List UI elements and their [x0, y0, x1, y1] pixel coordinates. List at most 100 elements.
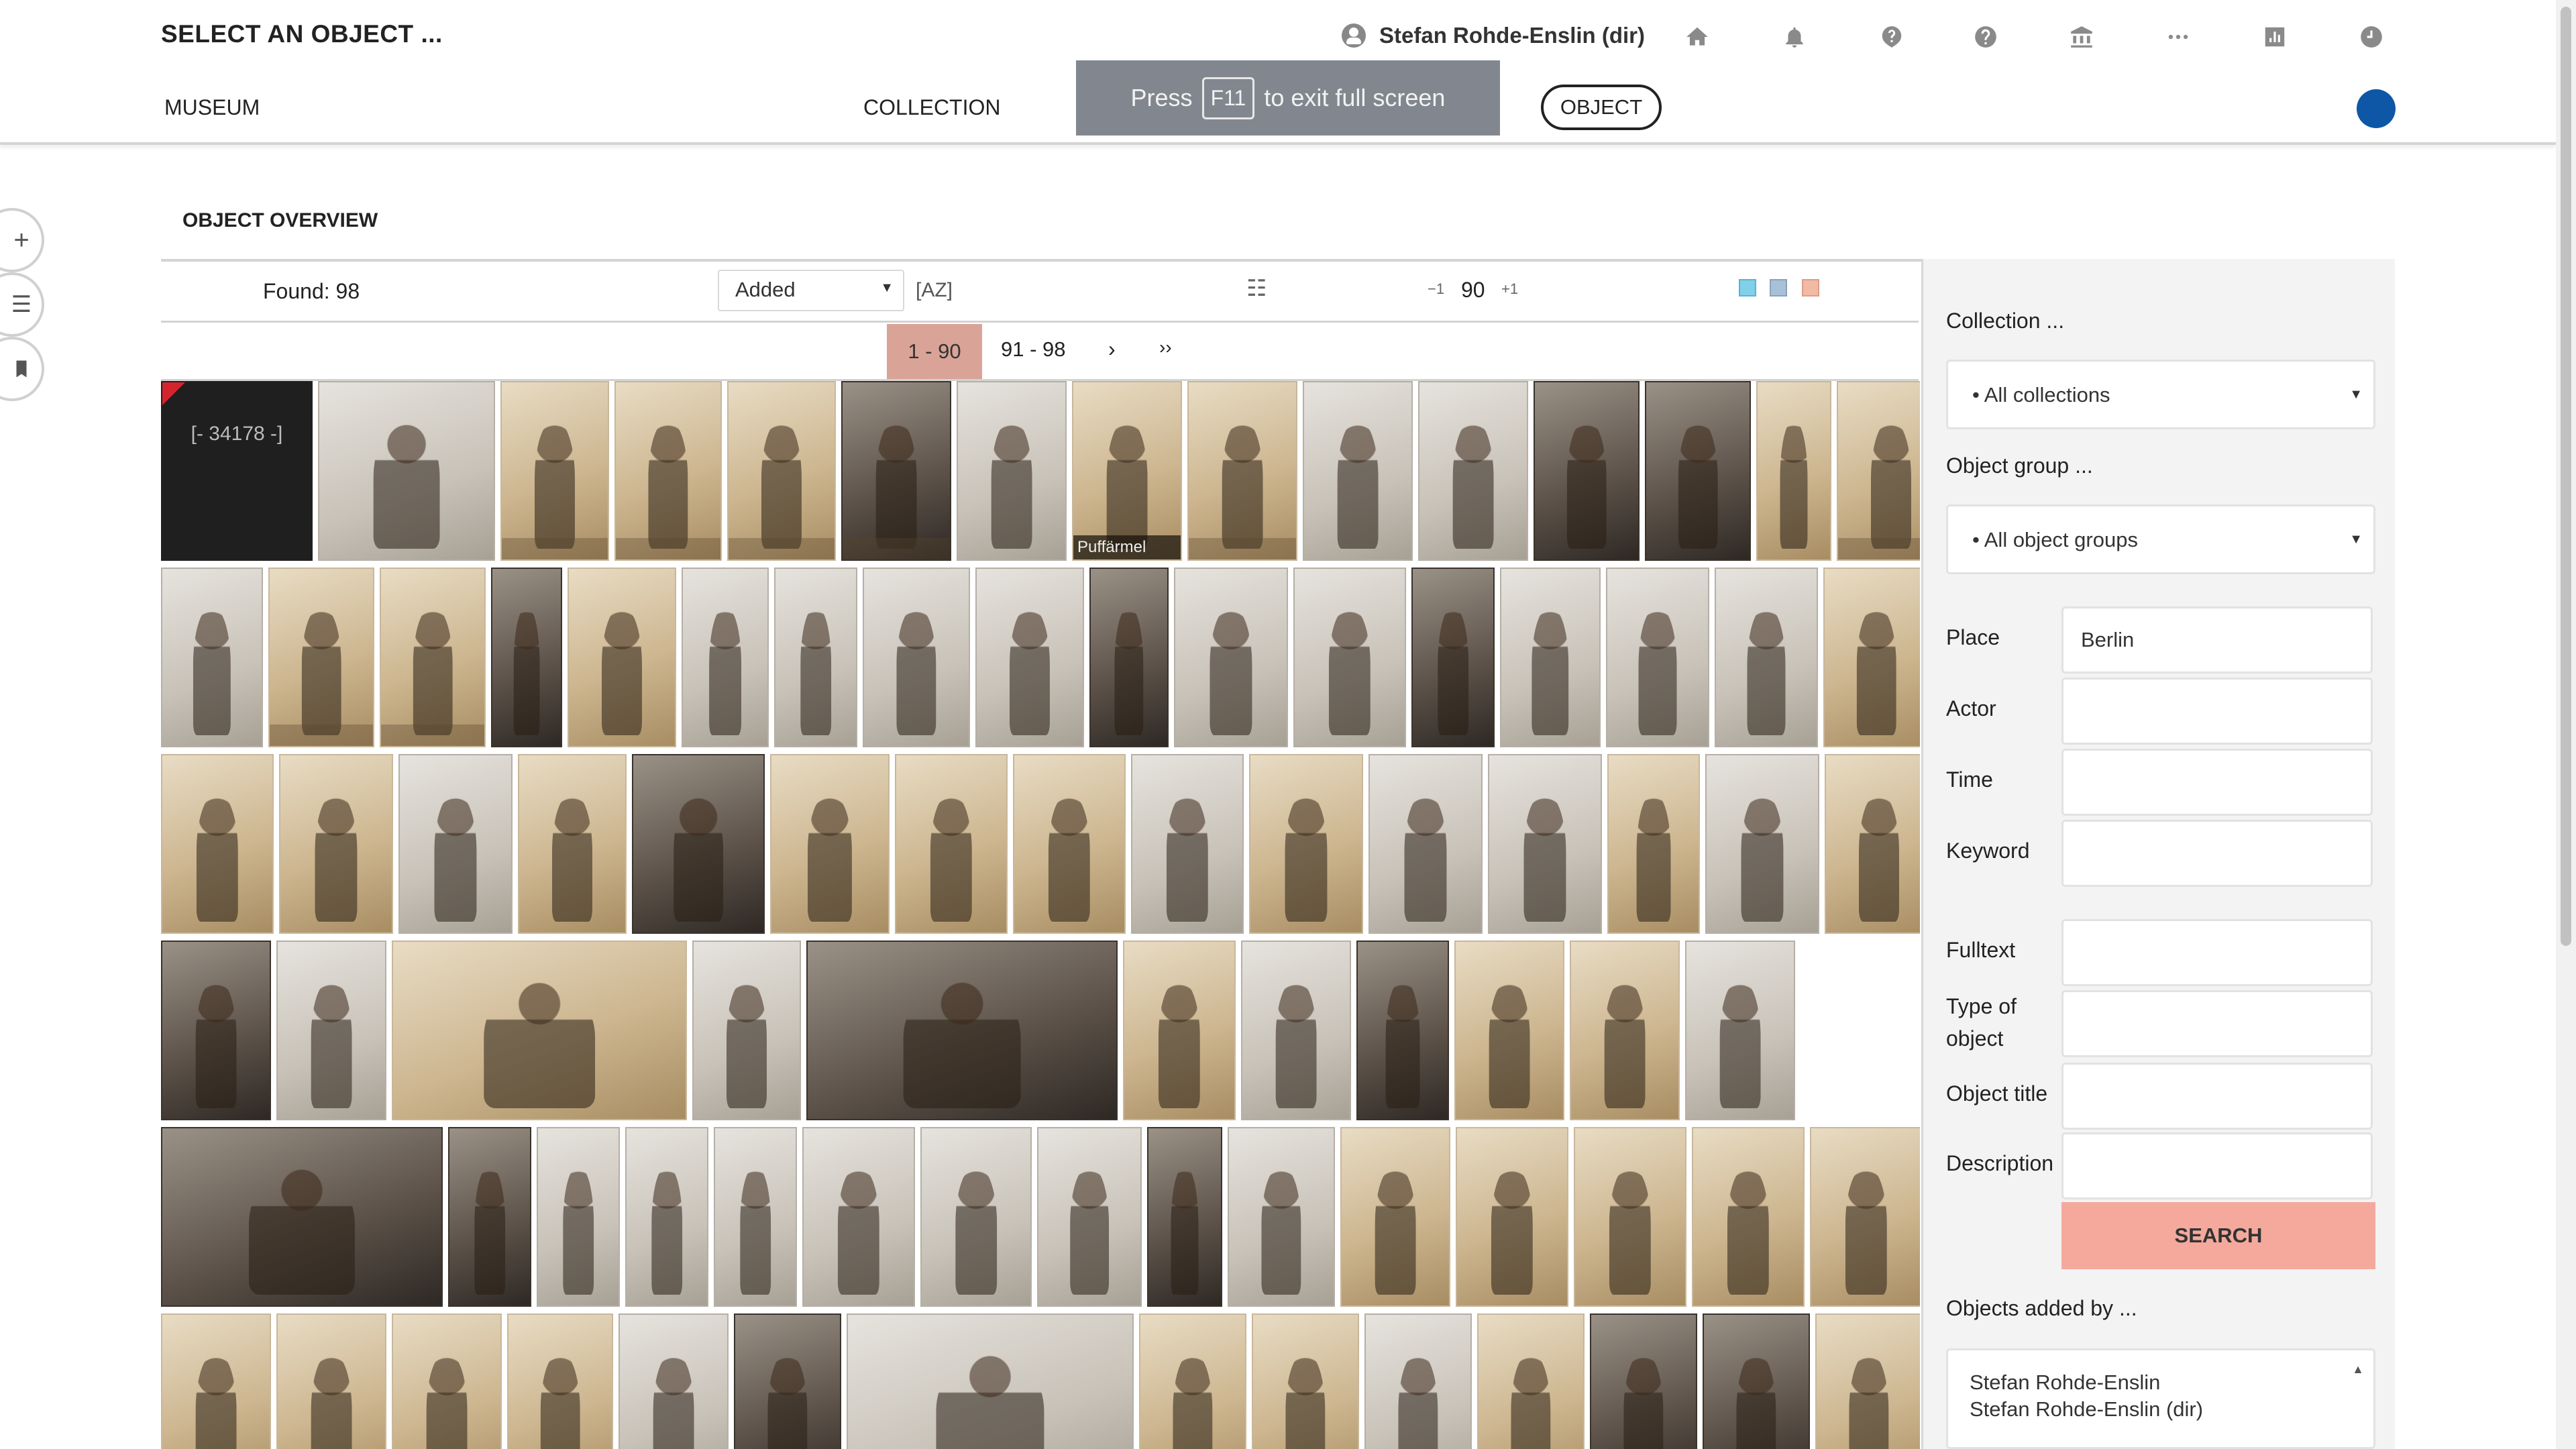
bell-icon[interactable]	[1778, 20, 1811, 54]
object-thumbnail[interactable]	[161, 1313, 271, 1449]
page-scrollbar[interactable]	[2556, 0, 2576, 1449]
az-sort-toggle[interactable]: [AZ]	[916, 279, 953, 302]
object-thumbnail[interactable]	[1488, 754, 1602, 934]
object-thumbnail[interactable]	[1645, 381, 1751, 561]
object-thumbnail[interactable]	[1418, 381, 1528, 561]
object-thumbnail[interactable]	[614, 381, 722, 561]
object-thumbnail[interactable]	[625, 1127, 708, 1307]
object-thumbnail[interactable]	[1454, 941, 1564, 1120]
collection-select[interactable]: • All collections ▼	[1946, 360, 2375, 429]
object-thumbnail[interactable]	[1715, 568, 1818, 747]
object-thumbnail[interactable]	[1174, 568, 1288, 747]
last-page-button[interactable]: ››	[1159, 337, 1172, 358]
description-input[interactable]	[2061, 1132, 2373, 1199]
keyword-input[interactable]	[2061, 820, 2373, 887]
object-thumbnail[interactable]	[1810, 1127, 1920, 1307]
object-thumbnail[interactable]	[1570, 941, 1680, 1120]
object-thumbnail[interactable]	[1500, 568, 1601, 747]
nav-object[interactable]: OBJECT	[1541, 85, 1662, 130]
object-thumbnail[interactable]	[537, 1127, 620, 1307]
object-group-select[interactable]: • All object groups ▼	[1946, 504, 2375, 574]
object-thumbnail[interactable]	[518, 754, 627, 934]
object-thumbnail[interactable]	[806, 941, 1118, 1120]
object-title-input[interactable]	[2061, 1063, 2373, 1130]
object-thumbnail[interactable]	[318, 381, 495, 561]
clock-icon[interactable]	[2355, 20, 2388, 54]
object-thumbnail[interactable]	[1368, 754, 1483, 934]
fulltext-input[interactable]	[2061, 919, 2373, 986]
added-by-option[interactable]: Stefan Rohde-Enslin	[1970, 1369, 2352, 1396]
object-thumbnail[interactable]	[841, 381, 951, 561]
scrollbar-thumb[interactable]	[2561, 7, 2571, 946]
object-thumbnail[interactable]	[279, 754, 393, 934]
object-thumbnail[interactable]	[1187, 381, 1297, 561]
added-by-list[interactable]: Stefan Rohde-Enslin Stefan Rohde-Enslin …	[1946, 1348, 2375, 1449]
object-thumbnail[interactable]	[847, 1313, 1134, 1449]
added-by-option[interactable]: Stefan Rohde-Enslin (dir)	[1970, 1396, 2352, 1423]
object-thumbnail[interactable]	[568, 568, 676, 747]
object-thumbnail[interactable]	[1147, 1127, 1222, 1307]
object-thumbnail[interactable]	[1303, 381, 1413, 561]
object-thumbnail[interactable]	[1131, 754, 1244, 934]
object-thumbnail[interactable]	[1837, 381, 1920, 561]
object-thumbnail[interactable]	[619, 1313, 729, 1449]
object-thumbnail[interactable]	[161, 568, 263, 747]
page-link[interactable]: 91 - 98	[1001, 337, 1066, 362]
object-thumbnail[interactable]	[632, 754, 765, 934]
bookmark-icon[interactable]	[0, 337, 44, 401]
object-thumbnail[interactable]	[161, 941, 271, 1120]
object-thumbnail[interactable]	[802, 1127, 915, 1307]
question-icon[interactable]	[1969, 20, 2002, 54]
object-thumbnail[interactable]	[1692, 1127, 1805, 1307]
object-thumbnail[interactable]	[1590, 1313, 1697, 1449]
object-thumbnail[interactable]	[1574, 1127, 1686, 1307]
next-page-button[interactable]: ›	[1108, 337, 1116, 362]
object-thumbnail[interactable]	[380, 568, 486, 747]
actor-input[interactable]	[2061, 678, 2373, 745]
object-thumbnail[interactable]	[276, 1313, 386, 1449]
object-thumbnail[interactable]	[1456, 1127, 1568, 1307]
object-thumbnail[interactable]	[727, 381, 836, 561]
object-thumbnail[interactable]	[1705, 754, 1819, 934]
sort-select[interactable]: Added ▼	[718, 270, 904, 311]
object-thumbnail[interactable]	[1228, 1127, 1335, 1307]
object-thumbnail[interactable]	[161, 754, 274, 934]
object-thumbnail[interactable]	[1013, 754, 1126, 934]
object-thumbnail[interactable]	[1411, 568, 1495, 747]
object-thumbnail[interactable]	[682, 568, 769, 747]
object-thumbnail[interactable]	[1089, 568, 1169, 747]
search-button[interactable]: SEARCH	[2061, 1202, 2375, 1269]
chevron-up-icon[interactable]: ▲	[2352, 1356, 2364, 1383]
object-thumbnail[interactable]	[392, 1313, 502, 1449]
object-thumbnail[interactable]	[734, 1313, 841, 1449]
object-thumbnail[interactable]	[920, 1127, 1032, 1307]
object-thumbnail[interactable]	[1252, 1313, 1359, 1449]
object-thumbnail[interactable]	[448, 1127, 531, 1307]
object-thumbnail[interactable]: [- 34178 -]	[161, 381, 313, 561]
object-thumbnail[interactable]	[1293, 568, 1406, 747]
object-thumbnail[interactable]	[1825, 754, 1920, 934]
page-link-active[interactable]: 1 - 90	[887, 324, 982, 379]
list-menu-icon[interactable]: ☰	[0, 272, 44, 337]
more-icon[interactable]	[2161, 20, 2195, 54]
object-thumbnail[interactable]	[1815, 1313, 1920, 1449]
add-icon[interactable]: +	[0, 208, 44, 272]
object-thumbnail[interactable]	[1356, 941, 1449, 1120]
object-thumbnail[interactable]	[500, 381, 609, 561]
object-thumbnail[interactable]	[975, 568, 1084, 747]
object-thumbnail[interactable]	[1037, 1127, 1142, 1307]
nav-collection[interactable]: COLLECTION	[863, 95, 1000, 120]
object-thumbnail[interactable]	[1123, 941, 1236, 1120]
object-thumbnail[interactable]	[507, 1313, 613, 1449]
stats-icon[interactable]	[2258, 20, 2292, 54]
object-thumbnail[interactable]	[1823, 568, 1920, 747]
object-thumbnail[interactable]	[392, 941, 687, 1120]
object-thumbnail[interactable]	[1534, 381, 1640, 561]
object-thumbnail[interactable]	[1139, 1313, 1246, 1449]
object-thumbnail[interactable]	[957, 381, 1067, 561]
page-size-decrease[interactable]: −1	[1428, 280, 1444, 298]
object-thumbnail[interactable]	[1241, 941, 1351, 1120]
object-thumbnail[interactable]	[491, 568, 562, 747]
object-thumbnail[interactable]	[276, 941, 386, 1120]
object-thumbnail[interactable]	[692, 941, 801, 1120]
